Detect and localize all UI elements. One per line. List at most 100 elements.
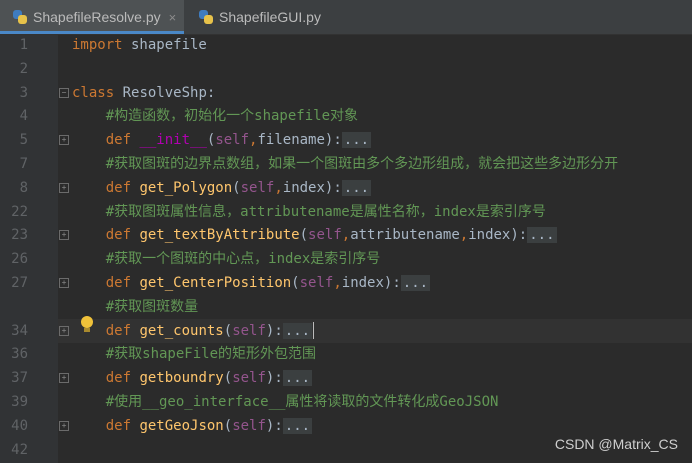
code-line: def get_textByAttribute(self,attributena… <box>72 223 557 247</box>
code-line: #获取图斑的边界点数组，如果一个图斑由多个多边形组成，就会把这些多边形分开 <box>72 152 618 176</box>
fold-collapse-icon[interactable]: − <box>59 87 69 98</box>
editor-tab-bar: ShapefileResolve.py × ShapefileGUI.py <box>0 0 692 35</box>
folded-code-placeholder[interactable]: ... <box>341 179 372 196</box>
code-token: self <box>308 227 342 244</box>
line-number: 40 <box>11 417 28 434</box>
code-token: self <box>215 132 250 149</box>
line-number: 3 <box>19 84 28 101</box>
folded-code-placeholder[interactable]: ... <box>282 370 313 387</box>
code-token: #构造函数，初始化一个shapefile对象 <box>105 108 359 125</box>
tab-label: ShapefileGUI.py <box>219 9 321 25</box>
code-line: #构造函数，初始化一个shapefile对象 <box>72 104 358 128</box>
code-token: def <box>105 179 132 196</box>
code-token: #使用__geo_interface__属性将读取的文件转化成GeoJSON <box>105 394 499 410</box>
code-token: , <box>459 227 469 244</box>
fold-expand-icon[interactable]: + <box>59 135 69 146</box>
tab-label: ShapefileResolve.py <box>33 9 161 25</box>
code-token: def <box>105 132 132 149</box>
code-token: attributename <box>350 227 460 244</box>
code-token: get_CenterPosition <box>139 275 292 291</box>
code-token: getGeoJson <box>139 417 224 434</box>
code-token: #获取图斑属性信息，attributename是属性名称，index是索引序号 <box>105 203 546 220</box>
code-line: #获取一个图斑的中心点，index是索引序号 <box>72 247 381 271</box>
code-token: , <box>341 227 351 244</box>
folded-code-placeholder[interactable]: ... <box>341 132 372 149</box>
code-token: ( <box>223 322 233 339</box>
code-line: def getboundry(self):... <box>72 366 313 390</box>
code-token: ResolveShp: <box>114 84 216 101</box>
code-line: def getGeoJson(self):... <box>72 414 313 438</box>
code-token: def <box>105 322 132 339</box>
fold-expand-icon[interactable]: + <box>59 278 69 288</box>
fold-expand-icon[interactable]: + <box>59 420 69 431</box>
code-token: , <box>274 179 283 196</box>
folded-code-placeholder[interactable]: ... <box>400 275 431 291</box>
line-number: 5 <box>19 132 28 149</box>
code-line: #获取shapeFile的矩形外包范围 <box>72 342 316 366</box>
folded-code-placeholder[interactable]: ... <box>527 227 557 244</box>
line-number: 34 <box>11 322 28 339</box>
code-token: ( <box>232 179 241 196</box>
code-line: class ResolveShp: <box>72 81 215 105</box>
code-line: import shapefile <box>72 33 207 57</box>
code-token: ): <box>265 417 283 434</box>
watermark: CSDN @Matrix_CS <box>554 436 678 452</box>
fold-expand-icon[interactable]: + <box>59 230 69 241</box>
tab-shapefileresolve[interactable]: ShapefileResolve.py × <box>0 0 184 34</box>
code-line: def get_CenterPosition(self,index):... <box>72 271 431 295</box>
line-number: 42 <box>11 441 28 458</box>
code-token: ( <box>223 370 233 387</box>
tab-shapefilegui[interactable]: ShapefileGUI.py <box>186 0 336 34</box>
code-token: get_textByAttribute <box>139 227 300 244</box>
code-token: self <box>240 179 275 196</box>
folded-code-placeholder[interactable]: ... <box>282 417 313 434</box>
python-file-icon <box>13 10 27 24</box>
code-token: self <box>232 322 266 339</box>
code-token: #获取一个图斑的中心点，index是索引序号 <box>105 251 381 268</box>
code-token: self <box>299 275 334 291</box>
code-token: filename): <box>257 132 342 149</box>
close-icon[interactable]: × <box>169 10 177 25</box>
code-token: ( <box>299 227 309 244</box>
line-number: 8 <box>19 179 28 196</box>
code-token: self <box>232 417 266 434</box>
lightbulb-icon[interactable] <box>80 316 94 334</box>
code-line: def get_Polygon(self,index):... <box>72 176 372 200</box>
code-token: index): <box>341 275 401 291</box>
line-number: 36 <box>11 346 28 363</box>
code-line: def __init__(self,filename):... <box>72 128 372 152</box>
code-line: #获取图斑属性信息，attributename是属性名称，index是索引序号 <box>72 200 546 224</box>
line-number: 39 <box>11 394 28 410</box>
code-token: #获取图斑的边界点数组，如果一个图斑由多个多边形组成，就会把这些多边形分开 <box>105 156 619 172</box>
code-token: , <box>333 275 342 291</box>
fold-column <box>58 35 66 463</box>
code-token: def <box>105 227 132 244</box>
code-token: ( <box>223 417 233 434</box>
line-number: 22 <box>11 203 28 220</box>
fold-expand-icon[interactable]: + <box>59 373 69 384</box>
code-token: getboundry <box>139 370 224 387</box>
fold-expand-icon[interactable]: + <box>59 182 69 193</box>
code-token: def <box>105 275 132 291</box>
code-token: #获取shapeFile的矩形外包范围 <box>105 346 317 363</box>
folded-code-placeholder[interactable]: ... <box>282 322 313 339</box>
code-token: ( <box>291 275 300 291</box>
code-token: ): <box>265 322 283 339</box>
code-token: __init__ <box>139 132 207 149</box>
code-token: index): <box>468 227 528 244</box>
line-number: 2 <box>19 60 28 77</box>
fold-expand-icon[interactable]: + <box>59 325 69 336</box>
code-line: def get_counts(self):... <box>72 319 315 343</box>
line-number: 4 <box>19 108 28 125</box>
python-file-icon <box>199 10 213 24</box>
